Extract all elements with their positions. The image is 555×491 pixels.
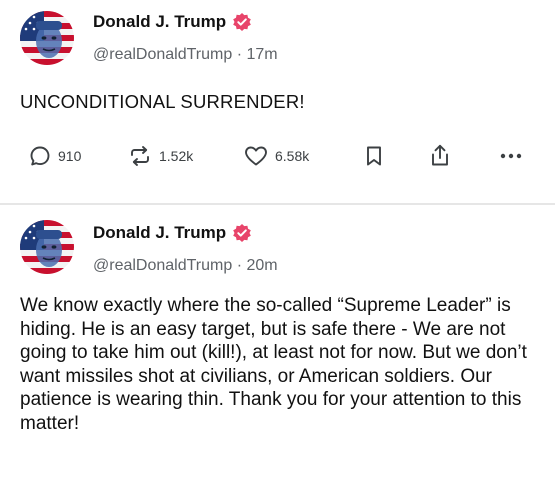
- author-handle[interactable]: @realDonaldTrump: [93, 257, 232, 274]
- author-row: Donald J. Trump: [93, 223, 252, 243]
- bookmark-icon: [367, 146, 381, 166]
- meta-separator: ·: [236, 257, 247, 274]
- verified-badge-icon: [232, 12, 252, 32]
- repost-icon: [131, 146, 149, 166]
- share-button[interactable]: [428, 138, 452, 174]
- avatar[interactable]: [20, 11, 74, 65]
- post-text: UNCONDITIONAL SURRENDER!: [20, 91, 305, 112]
- retruth-count: 1.52k: [159, 148, 194, 164]
- handle-row: @realDonaldTrump · 17m: [93, 46, 278, 64]
- handle-row: @realDonaldTrump · 20m: [93, 257, 278, 275]
- more-options-button[interactable]: [498, 138, 524, 174]
- post-time[interactable]: 17m: [247, 46, 278, 63]
- post-card[interactable]: Donald J. Trump @realDonaldTrump · 17m U…: [0, 0, 555, 205]
- author-row: Donald J. Trump: [93, 12, 252, 32]
- author-handle[interactable]: @realDonaldTrump: [93, 46, 232, 63]
- action-bar: 910 1.52k 6.58k: [0, 138, 555, 174]
- more-dots-icon: [500, 153, 522, 159]
- like-button[interactable]: 6.58k: [243, 138, 309, 174]
- heart-icon: [245, 146, 267, 166]
- post-text: We know exactly where the so-called “Sup…: [20, 295, 533, 434]
- verified-badge-icon: [232, 223, 252, 243]
- post-time[interactable]: 20m: [247, 257, 278, 274]
- comment-icon: [30, 146, 50, 166]
- like-count: 6.58k: [275, 148, 310, 164]
- reply-button[interactable]: 910: [28, 138, 81, 174]
- retruth-button[interactable]: 1.52k: [127, 138, 193, 174]
- avatar-image: [20, 11, 74, 65]
- bookmark-button[interactable]: [362, 138, 386, 174]
- meta-separator: ·: [236, 46, 247, 63]
- avatar-image: [20, 220, 74, 274]
- share-icon: [432, 144, 448, 166]
- author-name[interactable]: Donald J. Trump: [93, 12, 226, 32]
- author-name[interactable]: Donald J. Trump: [93, 223, 226, 243]
- avatar[interactable]: [20, 220, 74, 274]
- reply-count: 910: [58, 148, 82, 164]
- post-card[interactable]: Donald J. Trump @realDonaldTrump · 20m W…: [0, 205, 555, 491]
